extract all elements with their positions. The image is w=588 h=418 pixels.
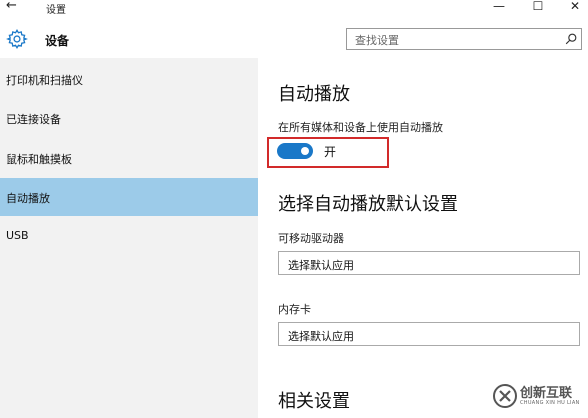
sidebar-item-autoplay[interactable]: 自动播放 [0, 178, 258, 216]
window-title: 设置 [46, 5, 66, 16]
minimize-button[interactable]: — [491, 0, 507, 13]
toggle-state-label: 开 [324, 145, 337, 159]
sidebar-item-label: 鼠标和触摸板 [6, 153, 72, 166]
removable-drive-select[interactable]: 选择默认应用 [278, 251, 580, 275]
gear-icon [6, 29, 28, 49]
sidebar-item-usb[interactable]: USB [0, 217, 258, 255]
sidebar-item-printers-scanners[interactable]: 打印机和扫描仪 [0, 60, 258, 98]
search-placeholder: 查找设置 [355, 34, 399, 47]
sidebar-item-label: 打印机和扫描仪 [6, 74, 83, 87]
watermark-subtext: CHUANG XIN HU LIAN [520, 400, 580, 406]
related-settings-heading: 相关设置 [278, 391, 350, 412]
defaults-heading: 选择自动播放默认设置 [278, 194, 458, 215]
logo-icon [493, 384, 517, 408]
search-input[interactable]: 查找设置 [346, 28, 582, 50]
watermark-text: 创新互联 [520, 386, 573, 401]
autoplay-heading: 自动播放 [278, 84, 350, 105]
maximize-button[interactable]: ☐ [530, 0, 546, 13]
sidebar-item-mouse-touchpad[interactable]: 鼠标和触摸板 [0, 139, 258, 177]
title-bar: ← 设置 — ☐ ✕ [0, 0, 588, 16]
autoplay-toggle-label: 在所有媒体和设备上使用自动播放 [278, 121, 443, 134]
back-arrow-icon[interactable]: ← [6, 0, 17, 13]
autoplay-toggle[interactable] [277, 143, 313, 159]
memory-card-label: 内存卡 [278, 303, 311, 316]
memory-card-select[interactable]: 选择默认应用 [278, 322, 580, 346]
watermark-logo: 创新互联 CHUANG XIN HU LIAN [490, 380, 586, 414]
sidebar-item-label: 已连接设备 [6, 113, 61, 126]
sidebar-item-label: USB [6, 229, 29, 242]
sidebar: 打印机和扫描仪 已连接设备 鼠标和触摸板 自动播放 USB [0, 58, 258, 418]
main-content: 自动播放 在所有媒体和设备上使用自动播放 开 选择自动播放默认设置 可移动驱动器… [258, 58, 588, 418]
page-header: 设备 查找设置 [0, 24, 588, 56]
close-button[interactable]: ✕ [567, 0, 583, 13]
sidebar-item-label: 自动播放 [6, 192, 50, 205]
removable-drive-label: 可移动驱动器 [278, 232, 344, 245]
removable-drive-value: 选择默认应用 [288, 259, 354, 272]
page-title: 设备 [45, 34, 70, 48]
memory-card-value: 选择默认应用 [288, 330, 354, 343]
search-icon[interactable] [564, 32, 578, 46]
sidebar-item-connected-devices[interactable]: 已连接设备 [0, 99, 258, 137]
toggle-knob [301, 147, 309, 155]
